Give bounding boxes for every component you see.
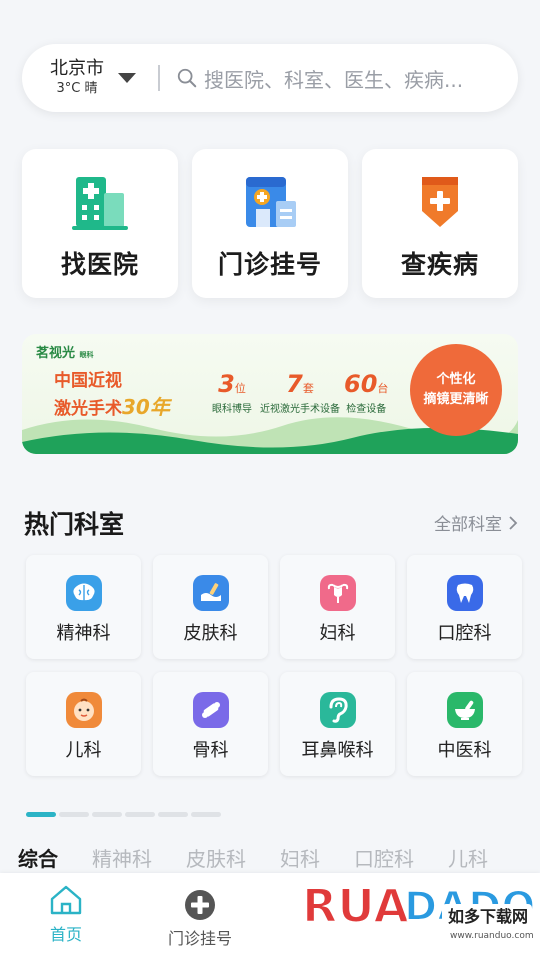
mortar-bowl-icon	[446, 692, 483, 728]
dept-label: 儿科	[65, 740, 102, 761]
dept-label: 精神科	[56, 623, 111, 644]
dept-psychiatry[interactable]: 精神科	[26, 555, 141, 659]
banner-stat: 3位 眼科博导	[212, 370, 252, 415]
check-disease-label: 查疾病	[400, 250, 479, 279]
banner-brand: 茗视光 眼科	[36, 342, 94, 361]
banner-bubble: 个性化 摘镜更清晰	[410, 344, 502, 436]
nav-home-label: 首页	[49, 925, 82, 944]
clinic-registration-label: 门诊挂号	[217, 250, 322, 279]
dept-label: 中医科	[437, 740, 492, 761]
tooth-icon	[446, 575, 483, 611]
bone-icon	[192, 692, 229, 728]
banner-stat: 7套 近视激光手术设备	[260, 370, 340, 415]
search-bar: 北京市 3°C 晴 搜医院、科室、医生、疾病...	[22, 44, 518, 112]
stat-unit: 台	[377, 382, 389, 395]
weather-text: 3°C 晴	[56, 81, 98, 96]
bubble-line1: 个性化	[436, 372, 476, 387]
ear-icon	[319, 692, 356, 728]
baby-face-icon	[65, 692, 102, 728]
banner-brand-name: 茗视光	[36, 346, 76, 361]
stat-number: 3	[218, 370, 235, 398]
home-icon	[50, 885, 82, 915]
stat-number: 7	[286, 370, 303, 398]
brain-icon	[65, 575, 102, 611]
plus-circle-icon	[185, 890, 215, 920]
svg-text:RUA: RUA	[302, 879, 409, 933]
bubble-line2: 摘镜更清晰	[423, 392, 489, 407]
find-hospital-card[interactable]: 找医院	[22, 149, 178, 298]
city-name[interactable]: 北京市	[50, 58, 104, 80]
city-selector[interactable]: 北京市 3°C 晴	[46, 58, 108, 98]
dept-label: 骨科	[192, 740, 229, 761]
dept-ent[interactable]: 耳鼻喉科	[280, 672, 395, 776]
search-input[interactable]: 搜医院、科室、医生、疾病...	[204, 64, 498, 93]
dept-stomatology[interactable]: 口腔科	[407, 555, 522, 659]
dept-label: 妇科	[319, 623, 356, 644]
registration-clinic-icon	[246, 177, 296, 227]
dept-label: 口腔科	[437, 623, 492, 644]
watermark-logo: RUA DADO 如多下载网 www.ruanduo.com	[301, 878, 536, 941]
page-dot-active	[26, 812, 56, 817]
dept-dermatology[interactable]: 皮肤科	[153, 555, 268, 659]
tab-dermatology[interactable]: 皮肤科	[186, 843, 246, 872]
nav-home[interactable]: 首页	[48, 883, 84, 945]
tab-psychiatry[interactable]: 精神科	[92, 843, 152, 872]
disease-shield-icon	[422, 177, 458, 227]
dept-gynecology[interactable]: 妇科	[280, 555, 395, 659]
all-departments-label: 全部科室	[434, 515, 502, 535]
stat-unit: 套	[302, 382, 314, 395]
dept-label: 耳鼻喉科	[301, 740, 374, 761]
uterus-icon	[319, 575, 356, 611]
svg-text:如多下载网: 如多下载网	[448, 907, 528, 926]
page-dot	[92, 812, 122, 817]
dept-tcm[interactable]: 中医科	[407, 672, 522, 776]
clinic-registration-card[interactable]: 门诊挂号	[192, 149, 348, 298]
stat-number: 60	[344, 370, 378, 398]
tab-comprehensive[interactable]: 综合	[18, 843, 58, 872]
promo-banner[interactable]: 茗视光 眼科 中国近视 激光手术30年 3位 眼科博导 7套 近视激光手术设备 …	[22, 334, 518, 454]
banner-title-line1: 中国近视	[54, 371, 122, 391]
dept-orthopedics[interactable]: 骨科	[153, 672, 268, 776]
nav-registration-label: 门诊挂号	[168, 929, 233, 948]
page-dot	[59, 812, 89, 817]
search-icon	[177, 68, 197, 88]
find-hospital-label: 找医院	[60, 250, 139, 279]
all-departments-link[interactable]: 全部科室	[434, 510, 518, 535]
page-dot	[158, 812, 188, 817]
stat-unit: 位	[234, 382, 246, 395]
search-divider	[158, 65, 160, 91]
nav-registration[interactable]: 门诊挂号	[168, 889, 232, 949]
svg-text:www.ruanduo.com: www.ruanduo.com	[450, 931, 534, 941]
caret-down-icon[interactable]	[118, 73, 136, 83]
page-dot	[125, 812, 155, 817]
hot-departments-title: 热门科室	[24, 510, 125, 539]
dept-label: 皮肤科	[183, 623, 238, 644]
banner-stat: 60台 检查设备	[344, 370, 388, 415]
page-indicator	[26, 812, 224, 817]
check-disease-card[interactable]: 查疾病	[362, 149, 518, 298]
page-dot	[191, 812, 221, 817]
chevron-right-icon	[509, 515, 518, 530]
banner-brand-sub: 眼科	[79, 351, 94, 359]
hospital-building-icon	[72, 177, 128, 230]
skin-icon	[192, 575, 229, 611]
dept-pediatrics[interactable]: 儿科	[26, 672, 141, 776]
